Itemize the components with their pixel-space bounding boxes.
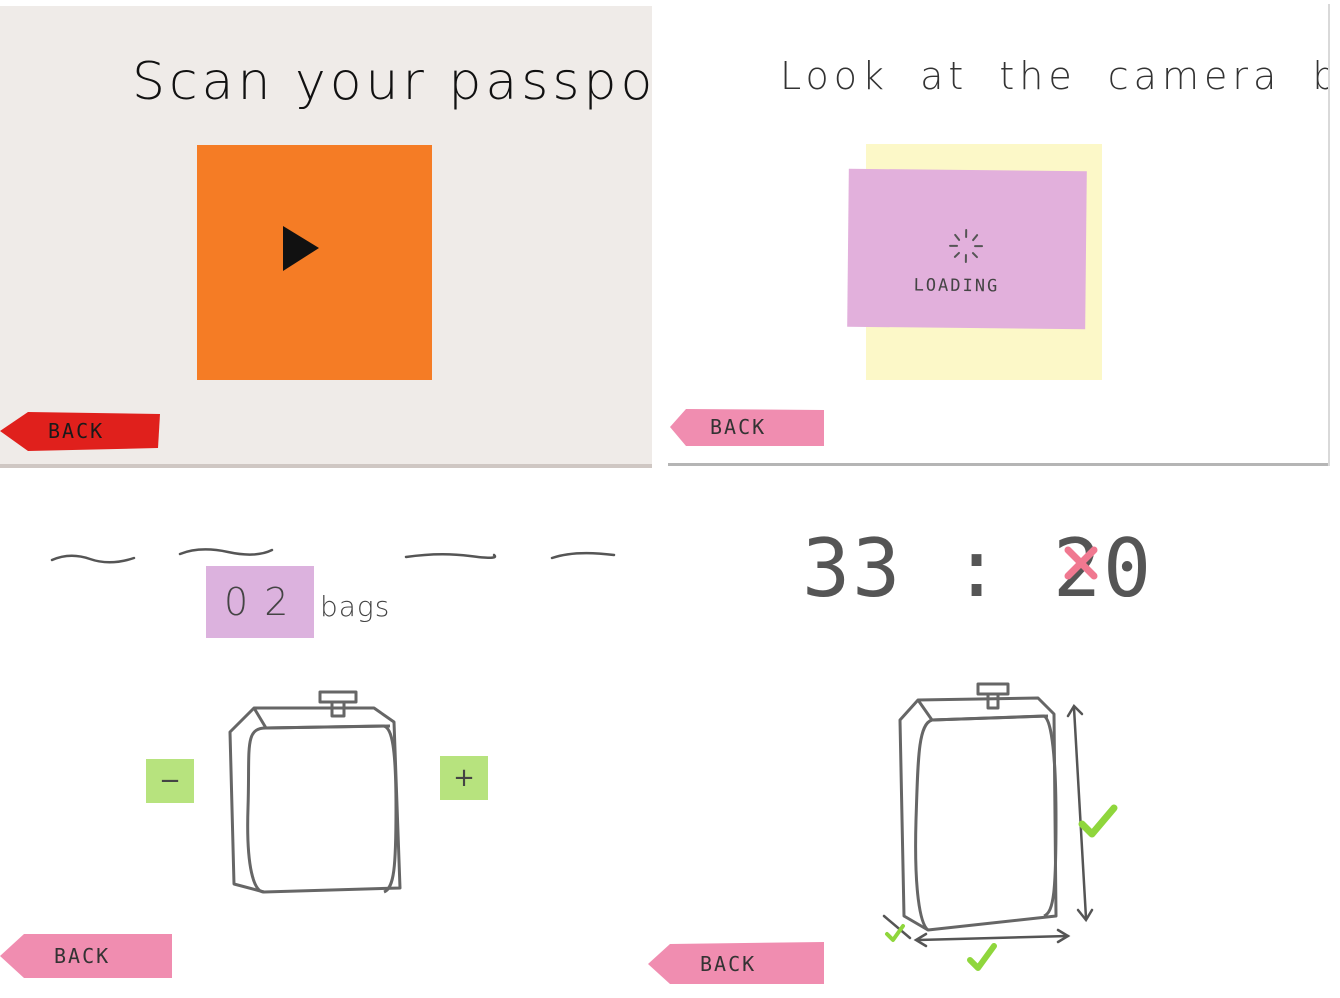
back-label: BACK [710, 415, 767, 439]
progress-steps [50, 548, 616, 564]
page-title: Look at the camera below [780, 54, 1328, 98]
back-button[interactable]: BACK [648, 942, 824, 986]
check-icon [967, 943, 997, 971]
dimension-arrows [882, 703, 1094, 948]
back-label: BACK [54, 944, 111, 968]
back-button[interactable]: BACK [668, 406, 826, 448]
camera-loading-panel: LOADING [847, 168, 1087, 330]
suitcase-icon [228, 690, 402, 894]
decrease-bags-button[interactable]: − [146, 759, 194, 803]
loading-label: LOADING [913, 275, 1000, 297]
loading-spinner-icon [949, 228, 984, 263]
check-icon [885, 924, 905, 942]
check-icon [1078, 804, 1118, 838]
bag-count-value: 0 2 [224, 580, 291, 624]
bag-measure-screen: 33 : 20 BACK [648, 512, 1340, 996]
scan-start-button[interactable] [197, 145, 432, 380]
page-title: Scan your passport [132, 52, 652, 112]
back-button[interactable]: BACK [0, 410, 160, 452]
plus-icon: + [453, 763, 475, 793]
back-label: BACK [700, 952, 757, 976]
bag-count-display: 0 2 [206, 566, 314, 638]
back-label: BACK [48, 419, 105, 443]
bag-unit-label: bags [320, 590, 391, 623]
camera-screen: Look at the camera below LOADING BACK [668, 4, 1330, 466]
back-button[interactable]: BACK [0, 932, 172, 980]
scan-passport-screen: Scan your passport BACK [0, 6, 652, 468]
play-icon [283, 226, 319, 271]
increase-bags-button[interactable]: + [440, 756, 488, 800]
bag-count-screen: 0 2 bags − + BACK [0, 512, 640, 996]
minus-icon: − [159, 766, 181, 796]
